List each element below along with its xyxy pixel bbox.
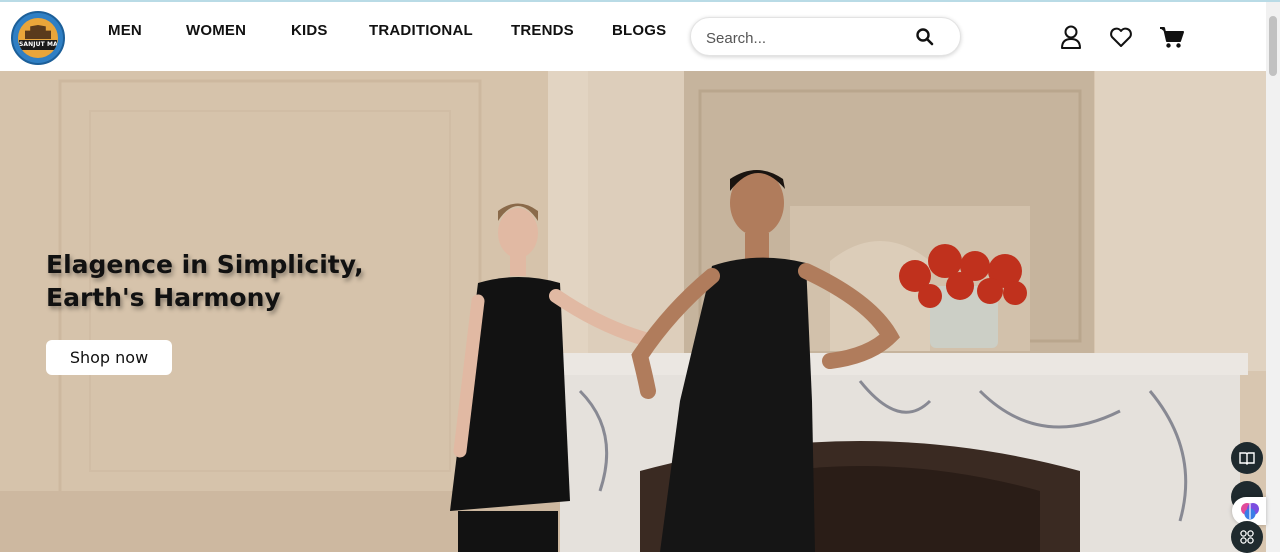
shop-now-button[interactable]: Shop now (46, 340, 172, 375)
hero-banner: Elagence in Simplicity, Earth's Harmony … (0, 71, 1266, 552)
heart-icon[interactable] (1108, 24, 1134, 50)
search-input[interactable] (704, 26, 908, 50)
site-logo[interactable]: SANJUT MART (11, 11, 65, 65)
cart-icon[interactable] (1159, 24, 1185, 50)
search-bar (690, 17, 961, 56)
nav-item-traditional[interactable]: TRADITIONAL (369, 22, 473, 39)
nav-item-kids[interactable]: KIDS (291, 22, 328, 39)
user-icon[interactable] (1058, 24, 1084, 50)
page-scrollbar[interactable] (1266, 2, 1280, 552)
nav-item-blogs[interactable]: BLOGS (612, 22, 666, 39)
nav-item-trends[interactable]: TRENDS (511, 22, 574, 39)
search-icon[interactable] (915, 27, 935, 47)
logo-text: SANJUT MART (19, 40, 57, 50)
logo-building-icon (25, 25, 51, 39)
nav-item-men[interactable]: MEN (108, 22, 142, 39)
scrollbar-thumb[interactable] (1269, 16, 1277, 76)
logo-emblem: SANJUT MART (18, 18, 58, 58)
site-header: SANJUT MART MEN WOMEN KIDS TRADITIONAL T… (0, 2, 1266, 71)
hero-title: Elagence in Simplicity, Earth's Harmony (46, 250, 364, 312)
book-icon[interactable] (1231, 442, 1263, 474)
nav-item-women[interactable]: WOMEN (186, 22, 246, 39)
grid-icon[interactable] (1231, 521, 1263, 553)
